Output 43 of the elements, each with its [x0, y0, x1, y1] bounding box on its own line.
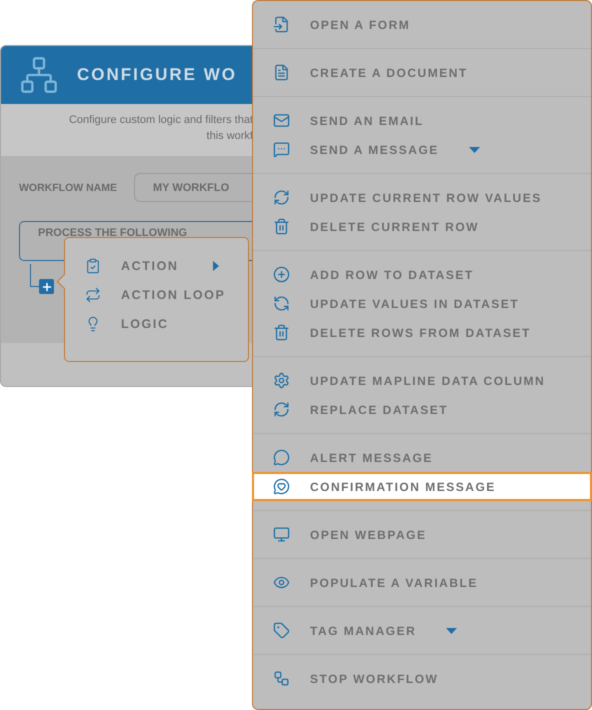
- menu-item[interactable]: ADD ROW TO DATASET: [252, 260, 592, 289]
- menu-item[interactable]: POPULATE A VARIABLE: [252, 568, 592, 597]
- refresh-icon: [273, 401, 290, 418]
- popup-item[interactable]: ACTION LOOP: [85, 285, 248, 305]
- menu-item[interactable]: SEND AN EMAIL: [252, 106, 592, 135]
- gear-icon: [273, 372, 290, 389]
- loop-icon: [85, 287, 101, 303]
- eye-icon: [273, 574, 290, 591]
- menu-item[interactable]: CREATE A DOCUMENT: [252, 58, 592, 87]
- menu-item[interactable]: REPLACE DATASET: [252, 395, 592, 424]
- field-label: WORKFLOW NAME: [19, 182, 117, 194]
- menu-item[interactable]: CONFIRMATION MESSAGE: [252, 472, 592, 501]
- popup-item[interactable]: LOGIC: [85, 314, 248, 334]
- workflow-icon: [273, 670, 290, 687]
- menu-item[interactable]: UPDATE VALUES IN DATASET: [252, 289, 592, 318]
- trash-icon: [273, 324, 290, 341]
- menu-item[interactable]: OPEN A FORM: [252, 10, 592, 39]
- add-button[interactable]: [39, 279, 54, 294]
- menu-item[interactable]: ALERT MESSAGE: [252, 443, 592, 472]
- refresh-icon: [273, 295, 290, 312]
- clipboard-check-icon: [85, 258, 101, 274]
- menu-item[interactable]: SEND A MESSAGE: [252, 135, 592, 164]
- menu-item[interactable]: DELETE CURRENT ROW: [252, 212, 592, 241]
- menu-item[interactable]: UPDATE MAPLINE DATA COLUMN: [252, 366, 592, 395]
- menu-item[interactable]: TAG MANAGER: [252, 616, 592, 645]
- envelope-icon: [273, 112, 290, 129]
- workflow-icon: [19, 55, 59, 95]
- alert-bubble-icon: [273, 449, 290, 466]
- menu-item[interactable]: STOP WORKFLOW: [252, 664, 592, 693]
- trash-icon: [273, 218, 290, 235]
- dialog-title: CONFIGURE WO: [77, 65, 237, 85]
- tag-icon: [273, 622, 290, 639]
- refresh-icon: [273, 189, 290, 206]
- chat-icon: [273, 141, 290, 158]
- menu-item[interactable]: OPEN WEBPAGE: [252, 520, 592, 549]
- document-icon: [273, 64, 290, 81]
- monitor-icon: [273, 526, 290, 543]
- description-text: this workf: [206, 129, 253, 144]
- add-row-icon: [273, 266, 290, 283]
- popup-item[interactable]: ACTION: [85, 256, 248, 276]
- form-icon: [273, 16, 290, 33]
- menu-item[interactable]: DELETE ROWS FROM DATASET: [252, 318, 592, 347]
- description-text: Configure custom logic and filters that: [68, 113, 253, 128]
